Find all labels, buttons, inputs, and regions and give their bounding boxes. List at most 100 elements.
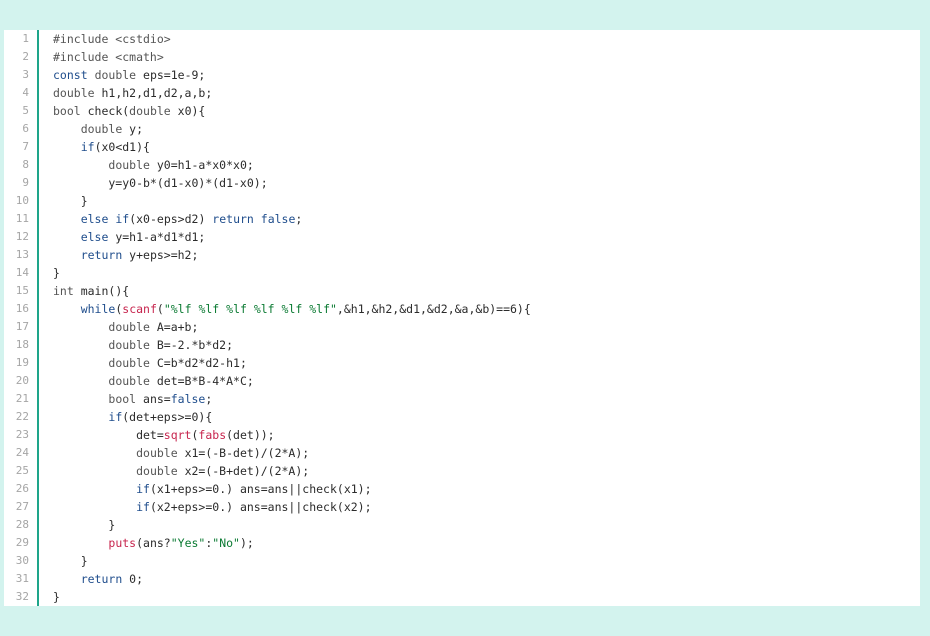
code-line: double y; [53,120,920,138]
line-number: 4 [22,86,29,99]
code-token: (det)); [226,428,275,442]
code-line: #include <cstdio> [53,30,920,48]
code-line: puts(ans?"Yes":"No"); [53,534,920,552]
code-token: det=B*B-4*A*C; [149,374,254,388]
code-line: int main(){ [53,282,920,300]
code-line: if(x1+eps>=0.) ans=ans||check(x1); [53,480,920,498]
line-number: 2 [22,50,29,63]
line-number: 7 [22,140,29,153]
line-number: 16 [15,302,29,315]
code-token: else [80,230,109,244]
code-token: scanf [122,302,157,316]
code-token: (x0<d1){ [94,140,150,154]
code-token: "No" [212,536,240,550]
code-token: y=y0-b*(d1-x0)*(d1-x0); [53,176,268,190]
code-token: if [136,482,150,496]
line-number: 5 [22,104,29,117]
code-token: double [108,338,150,352]
line-number: 8 [22,158,29,171]
code-token: y+eps>=h2; [122,248,199,262]
code-token: #include <cmath> [53,50,164,64]
code-token: double [108,320,150,334]
code-line: } [53,264,920,282]
code-token: sqrt [163,428,192,442]
code-token: else [80,212,109,226]
code-token: ; [205,392,213,406]
code-token: fabs [198,428,227,442]
code-line: y=y0-b*(d1-x0)*(d1-x0); [53,174,920,192]
code-token: return [212,212,254,226]
line-number: 28 [15,518,29,531]
code-token: false [260,212,296,226]
code-line: while(scanf("%lf %lf %lf %lf %lf %lf",&h… [53,300,920,318]
code-token: double [108,374,150,388]
code-token: false [170,392,206,406]
code-token: B=-2.*b*d2; [149,338,234,352]
line-number: 21 [15,392,29,405]
code-token: "%lf %lf %lf %lf %lf %lf" [163,302,337,316]
code-token: (ans? [136,536,171,550]
code-token: y; [122,122,144,136]
code-token: check( [80,104,130,118]
code-token: det= [53,428,164,442]
code-token: } [53,554,88,568]
code-token: ( [156,302,164,316]
code-line: } [53,516,920,534]
code-token: double [136,446,178,460]
code-line: if(det+eps>=0){ [53,408,920,426]
code-line: #include <cmath> [53,48,920,66]
line-number: 24 [15,446,29,459]
line-number: 13 [15,248,29,261]
code-token: double [80,122,123,136]
code-line: return y+eps>=h2; [53,246,920,264]
code-line: double y0=h1-a*x0*x0; [53,156,920,174]
code-line: } [53,588,920,606]
line-number: 19 [15,356,29,369]
code-token: A=a+b; [149,320,199,334]
code-token: "Yes" [170,536,206,550]
code-line: double A=a+b; [53,318,920,336]
line-number: 1 [22,32,29,45]
code-token: ,&h1,&h2,&d1,&d2,&a,&b)==6){ [336,302,531,316]
code-line: else if(x0-eps>d2) return false; [53,210,920,228]
line-number: 17 [15,320,29,333]
line-number: 18 [15,338,29,351]
code-token: } [53,590,60,604]
line-number: 11 [15,212,29,225]
code-line: double det=B*B-4*A*C; [53,372,920,390]
code-line: bool check(double x0){ [53,102,920,120]
code-line: } [53,192,920,210]
line-number: 25 [15,464,29,477]
line-number: 26 [15,482,29,495]
code-token: ans= [136,392,171,406]
line-number: 6 [22,122,29,135]
code-line: bool ans=false; [53,390,920,408]
code-token: double [94,68,137,82]
line-number: 29 [15,536,29,549]
code-line: det=sqrt(fabs(det)); [53,426,920,444]
code-token: (x2+eps>=0.) ans=ans||check(x2); [149,500,372,514]
code-token: double [129,104,171,118]
line-number: 32 [15,590,29,603]
code-lines: #include <cstdio> #include <cmath> const d… [53,30,920,606]
code-token: ); [239,536,254,550]
code-token: if [108,410,123,424]
code-token: eps=1e-9; [136,68,206,82]
line-number: 14 [15,266,29,279]
code-line: else y=h1-a*d1*d1; [53,228,920,246]
code-token: double [108,158,150,172]
code-line: double x1=(-B-det)/(2*A); [53,444,920,462]
